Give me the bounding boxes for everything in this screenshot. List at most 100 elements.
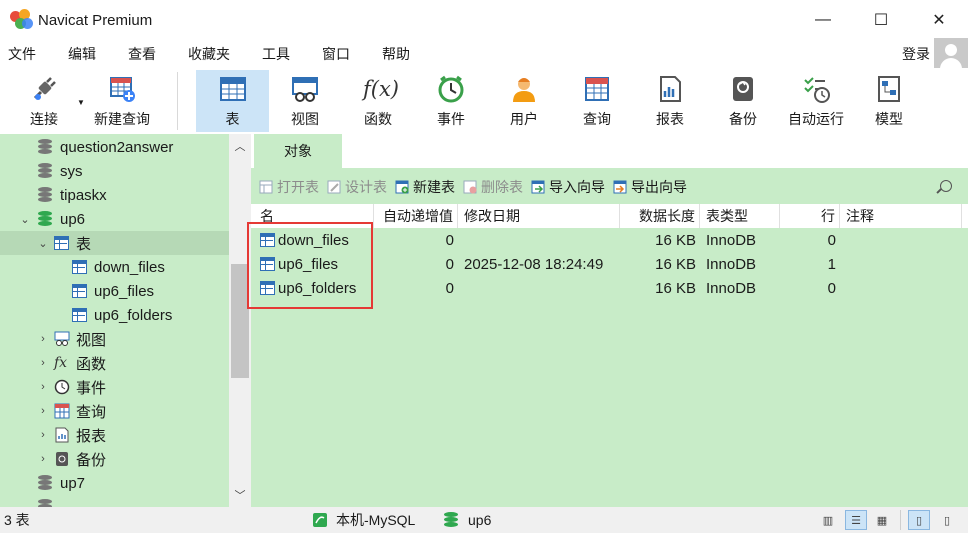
menu-window[interactable]: 窗口 (312, 40, 360, 68)
import-icon (531, 180, 545, 194)
chevron-right-icon[interactable]: › (36, 429, 50, 441)
tree-node-tables[interactable]: ⌄ 表 (0, 231, 229, 255)
new-table-icon (395, 180, 409, 194)
connect-button[interactable]: 连接 (14, 70, 74, 132)
tree-db-sys[interactable]: sys (0, 159, 229, 183)
chevron-down-icon[interactable]: ▼ (77, 98, 85, 107)
side-panel-right-icon[interactable]: ▯ (936, 510, 958, 530)
user-icon (509, 74, 539, 104)
new-table-button[interactable]: 新建表 (395, 177, 455, 197)
report-tool-button[interactable]: 报表 (644, 70, 696, 132)
status-divider (900, 510, 901, 530)
chevron-down-icon[interactable]: ⌄ (36, 237, 50, 250)
open-table-button[interactable]: 打开表 (259, 177, 319, 197)
query-icon (54, 403, 70, 419)
chevron-right-icon[interactable]: › (36, 357, 50, 369)
menu-view[interactable]: 查看 (118, 40, 166, 68)
column-data-length[interactable]: 数据长度 (620, 204, 700, 228)
tree-node-queries[interactable]: › 查询 (0, 399, 229, 423)
column-auto-increment[interactable]: 自动递增值 (374, 204, 458, 228)
clock-icon (54, 379, 70, 395)
tree-db-partial[interactable] (0, 495, 229, 507)
report-icon (54, 427, 70, 443)
menu-favorites[interactable]: 收藏夹 (178, 40, 240, 68)
close-button[interactable]: ✕ (910, 0, 968, 40)
table-tool-button[interactable]: 表 (196, 70, 269, 132)
tree-table-down-files[interactable]: down_files (0, 255, 229, 279)
user-tool-button[interactable]: 用户 (498, 70, 550, 132)
chevron-right-icon[interactable]: › (36, 405, 50, 417)
tree-db-tipaskx[interactable]: tipaskx (0, 183, 229, 207)
view-icon (290, 74, 320, 104)
status-database: up6 (444, 507, 491, 533)
database-icon (444, 512, 458, 528)
table-icon (54, 236, 69, 250)
tree-table-up6-folders[interactable]: up6_folders (0, 303, 229, 327)
chevron-up-icon[interactable]: ︿ (229, 138, 251, 154)
chevron-right-icon[interactable]: › (36, 333, 50, 345)
tab-strip: 对象 (251, 134, 968, 168)
main-toolbar: 连接 ▼ 新建查询 表 视图 f(x) 函数 事件 用户 查询 报表 备份 自动… (0, 68, 968, 134)
chevron-down-icon[interactable]: ⌄ (18, 213, 32, 226)
column-rows[interactable]: 行 (780, 204, 840, 228)
tab-objects[interactable]: 对象 (254, 134, 342, 168)
query-icon (582, 74, 612, 104)
tree-db-up7[interactable]: up7 (0, 471, 229, 495)
menu-file[interactable]: 文件 (0, 40, 46, 68)
grid-view-icon[interactable]: ▦ (871, 510, 893, 530)
export-icon (613, 180, 627, 194)
open-table-icon (259, 180, 273, 194)
view-tool-button[interactable]: 视图 (279, 70, 331, 132)
database-icon (38, 163, 54, 179)
delete-table-button[interactable]: 删除表 (463, 177, 523, 197)
design-table-button[interactable]: 设计表 (327, 177, 387, 197)
model-icon (874, 74, 904, 104)
object-panel: 对象 打开表 设计表 新建表 删除表 导入向导 导出向导 名 自动递增值 修改日… (251, 134, 968, 507)
chevron-right-icon[interactable]: › (36, 381, 50, 393)
import-wizard-button[interactable]: 导入向导 (531, 177, 605, 197)
menu-help[interactable]: 帮助 (372, 40, 420, 68)
search-icon[interactable] (940, 180, 952, 192)
maximize-button[interactable]: ☐ (852, 0, 910, 40)
tree-db-question2answer[interactable]: question2answer (0, 135, 229, 159)
tree-db-up6[interactable]: ⌄ up6 (0, 207, 229, 231)
export-wizard-button[interactable]: 导出向导 (613, 177, 687, 197)
database-icon (38, 499, 54, 507)
model-tool-button[interactable]: 模型 (863, 70, 915, 132)
column-type[interactable]: 表类型 (702, 204, 780, 228)
schedule-tool-button[interactable]: 自动运行 (784, 70, 848, 132)
database-icon (38, 139, 54, 155)
chevron-right-icon[interactable]: › (36, 453, 50, 465)
tree-scrollbar[interactable]: ︿ ﹀ (229, 134, 251, 507)
column-modified[interactable]: 修改日期 (460, 204, 620, 228)
detail-view-icon[interactable]: ☰ (845, 510, 867, 530)
function-tool-button[interactable]: f(x) 函数 (352, 70, 404, 132)
delete-table-icon (463, 180, 477, 194)
tree-node-events[interactable]: › 事件 (0, 375, 229, 399)
backup-tool-button[interactable]: 备份 (717, 70, 769, 132)
login-link[interactable]: 登录 (902, 40, 930, 68)
menu-tools[interactable]: 工具 (252, 40, 300, 68)
tree-node-backups[interactable]: › 备份 (0, 447, 229, 471)
function-icon: fx (54, 355, 68, 371)
minimize-button[interactable]: — (794, 0, 852, 40)
table-icon (72, 308, 87, 322)
event-tool-button[interactable]: 事件 (425, 70, 477, 132)
column-comment[interactable]: 注释 (842, 204, 962, 228)
tree-node-functions[interactable]: › fx 函数 (0, 351, 229, 375)
side-panel-left-icon[interactable]: ▯ (908, 510, 930, 530)
avatar[interactable] (934, 38, 968, 72)
chevron-down-icon[interactable]: ﹀ (229, 487, 251, 503)
new-query-icon (107, 74, 137, 104)
tree-table-up6-files[interactable]: up6_files (0, 279, 229, 303)
query-tool-button[interactable]: 查询 (571, 70, 623, 132)
plug-icon (29, 74, 59, 104)
status-connection: 本机-MySQL (312, 507, 415, 533)
list-view-icon[interactable]: ▥ (817, 510, 839, 530)
new-query-button[interactable]: 新建查询 (88, 70, 156, 132)
menu-edit[interactable]: 编辑 (58, 40, 106, 68)
clock-icon (436, 74, 466, 104)
tree-node-reports[interactable]: › 报表 (0, 423, 229, 447)
highlight-annotation (247, 222, 373, 309)
tree-node-views[interactable]: › 视图 (0, 327, 229, 351)
